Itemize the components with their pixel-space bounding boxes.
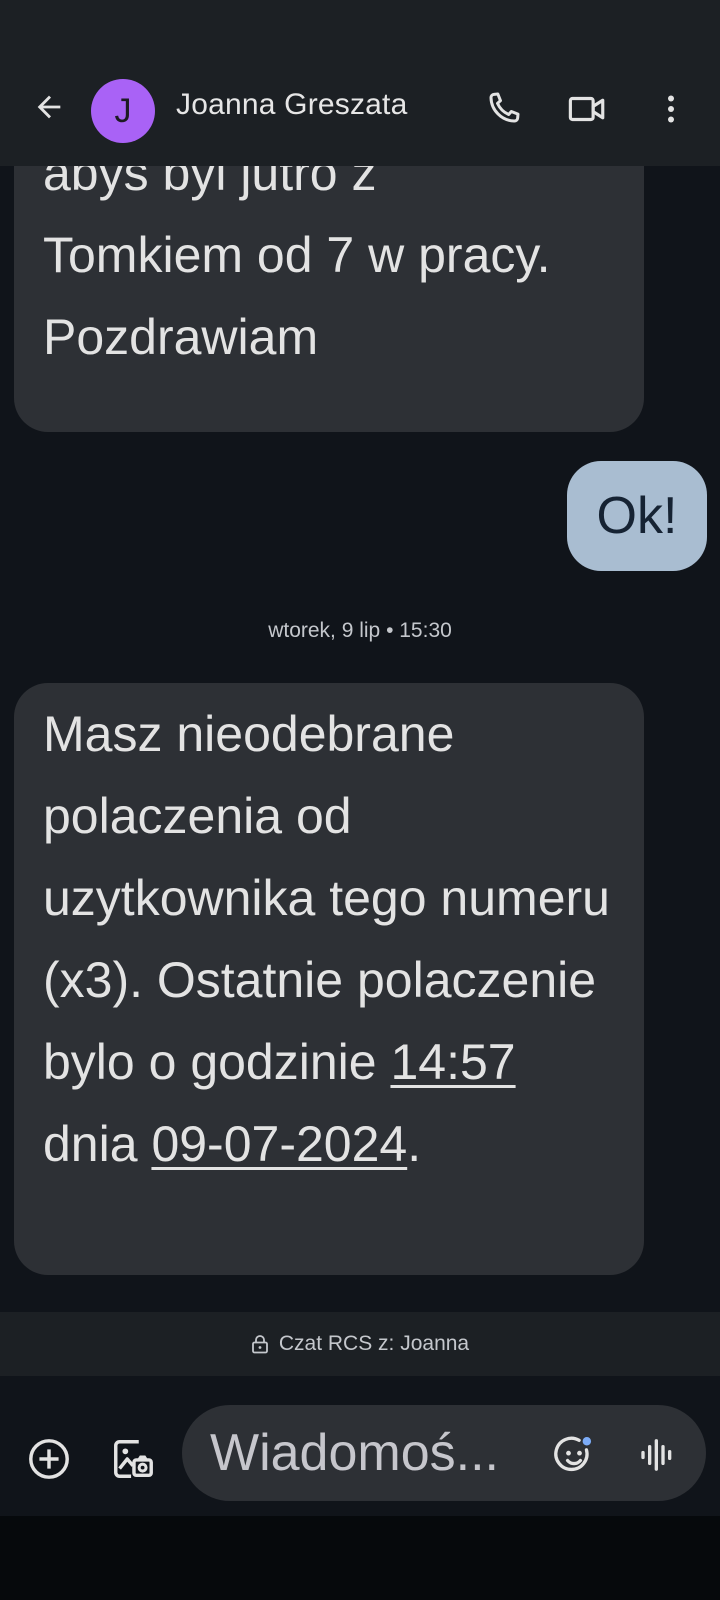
phone-icon <box>489 92 520 123</box>
message-text: dnia <box>43 1116 152 1172</box>
status-bar <box>0 0 720 58</box>
navigation-bar <box>0 1516 720 1600</box>
date-link[interactable]: 09-07-2024 <box>151 1116 407 1172</box>
time-link[interactable]: 14:57 <box>390 1034 515 1090</box>
gallery-icon <box>114 1440 153 1478</box>
message-text: abys byl jutro z Tomkiem od 7 w pracy. P… <box>43 166 633 378</box>
add-attachment-button[interactable] <box>24 1434 74 1484</box>
more-options-button[interactable] <box>646 84 696 134</box>
gallery-button[interactable] <box>106 1432 160 1486</box>
avatar-letter: J <box>114 91 132 130</box>
rcs-banner: Czat RCS z: Joanna <box>0 1312 720 1376</box>
back-button[interactable] <box>26 84 72 130</box>
incoming-message-bubble[interactable]: abys byl jutro z Tomkiem od 7 w pracy. P… <box>14 166 644 432</box>
message-input[interactable] <box>210 1423 530 1483</box>
avatar[interactable]: J <box>91 79 155 143</box>
voice-message-button[interactable] <box>634 1431 682 1479</box>
message-line: Pozdrawiam <box>43 309 319 365</box>
emoji-button[interactable] <box>550 1431 598 1479</box>
message-timestamp: wtorek, 9 lip • 15:30 <box>268 619 452 642</box>
add-circle-icon <box>29 1439 69 1479</box>
message-text: Ok! <box>596 487 678 545</box>
app-bar: J Joanna Greszata <box>0 58 720 166</box>
voice-message-icon <box>641 1439 672 1471</box>
video-call-icon <box>568 96 605 122</box>
message-line: abys byl jutro z <box>43 166 377 201</box>
message-input-container[interactable] <box>182 1405 706 1501</box>
emoji-icon <box>554 1436 592 1472</box>
message-text: . <box>407 1116 422 1172</box>
lock-icon <box>251 1334 269 1354</box>
arrow-back-icon <box>37 95 61 119</box>
message-text: Masz nieodebrane polaczenia od uzytkowni… <box>43 706 610 1090</box>
video-call-button[interactable] <box>562 84 612 134</box>
rcs-banner-text: Czat RCS z: Joanna <box>278 1332 470 1355</box>
conversation[interactable]: abys byl jutro z Tomkiem od 7 w pracy. P… <box>0 166 720 1312</box>
incoming-message-bubble[interactable]: Masz nieodebrane polaczenia od uzytkowni… <box>14 683 644 1275</box>
more-vert-icon <box>668 95 674 123</box>
message-composer <box>0 1376 720 1516</box>
call-button[interactable] <box>478 84 528 134</box>
message-line: Tomkiem od 7 w pracy. <box>43 227 551 283</box>
contact-name[interactable]: Joanna Greszata <box>176 88 407 122</box>
outgoing-message-bubble[interactable]: Ok! <box>567 461 707 571</box>
